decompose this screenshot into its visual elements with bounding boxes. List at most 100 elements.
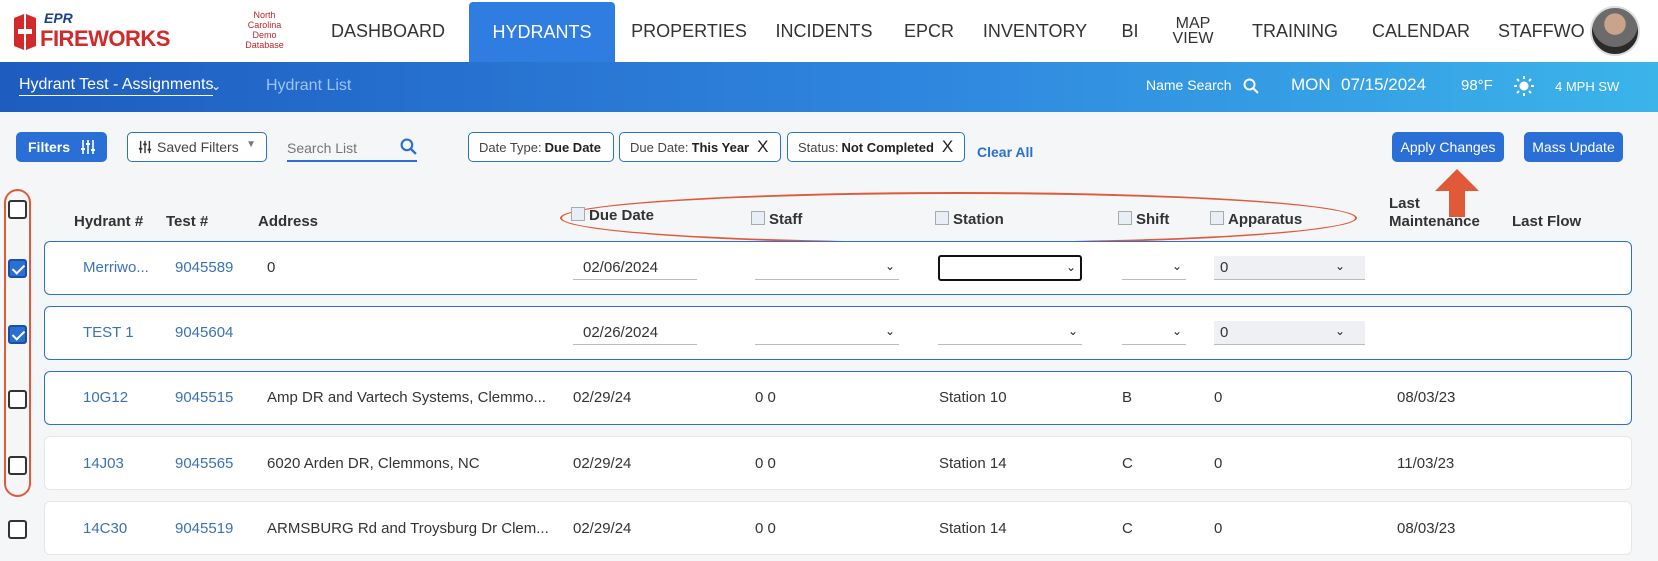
clear-all-link[interactable]: Clear All: [977, 144, 1033, 160]
chevron-down-icon: ⌄: [884, 259, 895, 273]
test-link[interactable]: 9045589: [175, 259, 233, 276]
last-maintenance-cell: 11/03/23: [1397, 455, 1455, 472]
filter-chip-status[interactable]: Status: Not Completed X: [787, 132, 965, 162]
row-checkbox[interactable]: [8, 325, 27, 344]
top-navigation: EPR FIREWORKS North Carolina Demo Databa…: [0, 0, 1658, 62]
col-last-flow[interactable]: Last Flow: [1512, 213, 1581, 230]
col-station[interactable]: Station: [935, 211, 1004, 228]
filter-chip-date-type[interactable]: Date Type: Due Date: [468, 132, 614, 162]
due-date-input[interactable]: 02/26/2024: [573, 321, 697, 345]
apply-changes-button[interactable]: Apply Changes: [1392, 132, 1504, 162]
table-row[interactable]: 14J03 9045565 6020 Arden DR, Clemmons, N…: [44, 436, 1632, 490]
staff-cell: 0 0: [755, 455, 776, 472]
database-label: North Carolina Demo Database: [245, 10, 284, 50]
test-link[interactable]: 9045519: [175, 520, 233, 537]
name-search-label[interactable]: Name Search: [1146, 77, 1232, 93]
chevron-down-icon: ⌄: [1334, 324, 1345, 338]
nav-inventory[interactable]: INVENTORY: [979, 0, 1091, 62]
due-date-cell: 02/29/24: [573, 389, 632, 406]
shift-select[interactable]: ⌄: [1122, 321, 1186, 345]
hydrant-link[interactable]: Merriwo...: [83, 259, 159, 276]
due-date-value: 02/06/2024: [583, 259, 659, 276]
nav-dashboard[interactable]: DASHBOARD: [318, 0, 458, 62]
caret-down-icon: ▼: [246, 139, 256, 150]
hydrant-link[interactable]: TEST 1: [83, 324, 134, 341]
chip-value: Not Completed: [841, 139, 934, 155]
filters-button[interactable]: Filters: [16, 132, 107, 162]
station-select[interactable]: ⌄: [938, 255, 1082, 281]
apparatus-select[interactable]: 0 ⌄: [1214, 321, 1365, 345]
mass-update-button[interactable]: Mass Update: [1524, 132, 1623, 162]
test-link[interactable]: 9045565: [175, 455, 233, 472]
sliders-icon: [81, 140, 96, 154]
staff-select[interactable]: ⌄: [755, 321, 899, 345]
nav-staffworks[interactable]: STAFFWO: [1498, 0, 1592, 62]
nav-properties[interactable]: PROPERTIES: [630, 0, 748, 62]
search-list-input[interactable]: [287, 136, 417, 162]
hydrant-link[interactable]: 14J03: [83, 455, 124, 472]
nav-epcr[interactable]: EPCR: [899, 0, 959, 62]
user-avatar[interactable]: [1590, 6, 1640, 56]
col-apparatus-label: Apparatus: [1228, 211, 1303, 228]
row-checkbox[interactable]: [8, 456, 27, 475]
col-staff[interactable]: Staff: [751, 211, 802, 228]
search-icon[interactable]: [400, 138, 417, 155]
col-hydrant[interactable]: Hydrant #: [74, 213, 143, 230]
close-icon[interactable]: X: [942, 137, 953, 157]
nav-incidents[interactable]: INCIDENTS: [768, 0, 880, 62]
select-all-checkbox[interactable]: [8, 200, 27, 219]
shift-select[interactable]: ⌄: [1122, 256, 1186, 280]
filters-label: Filters: [28, 139, 71, 155]
col-address[interactable]: Address: [258, 213, 318, 230]
chevron-down-icon[interactable]: ⌄: [211, 79, 221, 93]
nav-calendar[interactable]: CALENDAR: [1368, 0, 1474, 62]
brand-logo[interactable]: EPR FIREWORKS: [10, 8, 170, 54]
shift-cell: B: [1122, 389, 1133, 406]
row-checkbox[interactable]: [8, 259, 27, 278]
sub-header: Hydrant Test - Assignments ⌄ Hydrant Lis…: [0, 62, 1658, 112]
test-link[interactable]: 9045515: [175, 389, 233, 406]
col-last-maintenance-line2[interactable]: Maintenance: [1389, 213, 1480, 230]
row-checkbox[interactable]: [8, 390, 27, 409]
chevron-down-icon: ⌄: [1171, 324, 1182, 338]
filter-chip-due-date[interactable]: Due Date: This Year X: [619, 132, 781, 162]
temperature: 98°F: [1461, 77, 1493, 94]
chip-value: This Year: [691, 139, 750, 155]
due-date-input[interactable]: 02/06/2024: [573, 256, 697, 280]
close-icon[interactable]: X: [757, 137, 768, 157]
table-row[interactable]: Merriwo... 9045589 0 02/06/2024 ⌄ ⌄ ⌄ 0 ⌄: [44, 241, 1632, 295]
staff-select[interactable]: ⌄: [755, 256, 899, 280]
hydrant-list-link[interactable]: Hydrant List: [266, 77, 351, 95]
chip-key: Status:: [798, 139, 839, 155]
broken-image-icon: [935, 211, 949, 225]
nav-training[interactable]: TRAINING: [1246, 0, 1344, 62]
fireworks-logo-icon: [14, 14, 36, 50]
col-last-maintenance-line1[interactable]: Last: [1389, 195, 1420, 212]
col-due-date-label: Due Date: [589, 207, 655, 224]
broken-image-icon: [1118, 211, 1132, 225]
test-link[interactable]: 9045604: [175, 324, 233, 341]
chevron-down-icon: ⌄: [1065, 260, 1076, 274]
last-maintenance-cell: 08/03/23: [1397, 520, 1456, 537]
col-due-date[interactable]: Due Date: [571, 207, 654, 224]
col-apparatus[interactable]: Apparatus: [1210, 211, 1302, 228]
nav-bi[interactable]: BI: [1110, 0, 1150, 62]
module-title-dropdown[interactable]: Hydrant Test - Assignments: [19, 76, 214, 96]
table-row[interactable]: TEST 1 9045604 02/26/2024 ⌄ ⌄ ⌄ 0 ⌄: [44, 306, 1632, 360]
search-icon[interactable]: [1243, 78, 1259, 94]
station-select[interactable]: ⌄: [938, 321, 1082, 345]
nav-map-view[interactable]: MAP VIEW: [1166, 0, 1220, 62]
hydrant-link[interactable]: 10G12: [83, 389, 128, 406]
hydrant-link[interactable]: 14C30: [83, 520, 127, 537]
address-cell: 0: [267, 259, 276, 276]
saved-filters-dropdown[interactable]: Saved Filters ▼: [127, 132, 267, 162]
col-shift[interactable]: Shift: [1118, 211, 1169, 228]
row-checkbox[interactable]: [8, 520, 27, 539]
col-staff-label: Staff: [769, 211, 803, 228]
nav-hydrants[interactable]: HYDRANTS: [469, 2, 615, 62]
table-row[interactable]: 10G12 9045515 Amp DR and Vartech Systems…: [44, 371, 1632, 425]
col-test[interactable]: Test #: [166, 213, 208, 230]
apparatus-select[interactable]: 0 ⌄: [1214, 256, 1365, 280]
table-row[interactable]: 14C30 9045519 ARMSBURG Rd and Troysburg …: [44, 501, 1632, 555]
address-cell: 6020 Arden DR, Clemmons, NC: [267, 455, 480, 472]
